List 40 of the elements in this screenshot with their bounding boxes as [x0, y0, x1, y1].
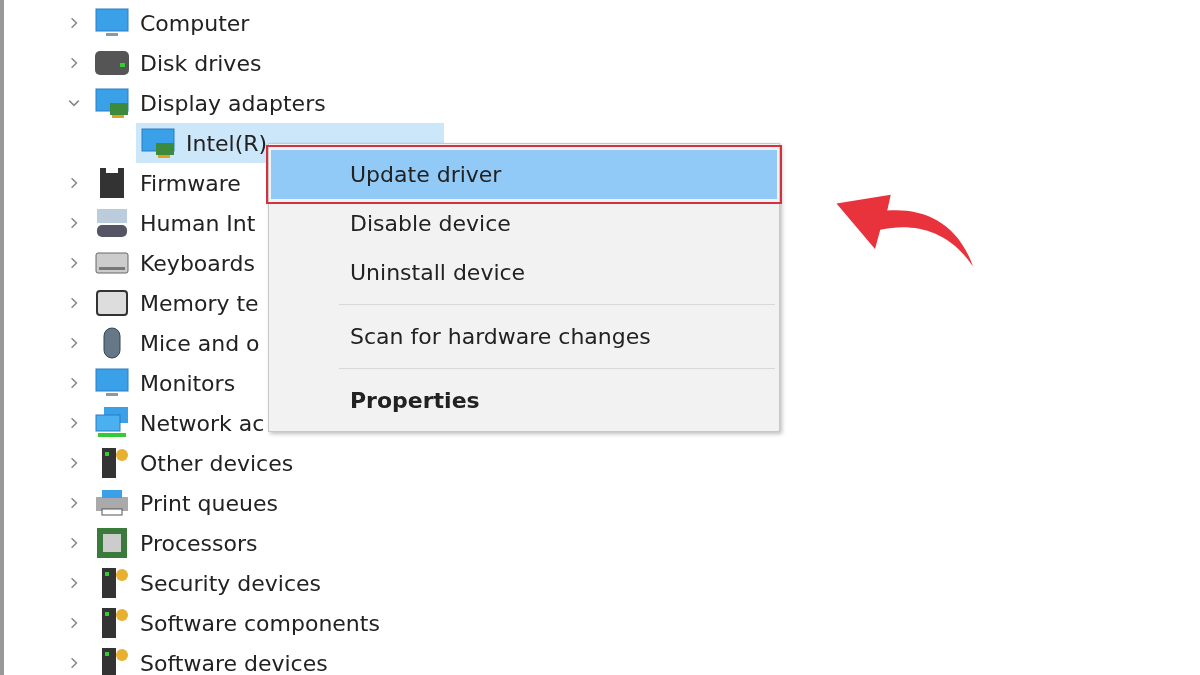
tree-label: Firmware	[140, 170, 241, 196]
tree-label: Print queues	[140, 490, 278, 516]
tree-item[interactable]: Computer	[64, 3, 250, 43]
tree-item[interactable]: Firmware	[64, 163, 241, 203]
display-card-icon	[140, 125, 176, 161]
tree-item[interactable]: Disk drives	[64, 43, 262, 83]
tree-item[interactable]: Processors	[64, 523, 258, 563]
menu-item[interactable]: Properties	[271, 376, 777, 425]
tree-item[interactable]: Memory te	[64, 283, 259, 323]
display-card-icon	[94, 85, 130, 121]
tree-item[interactable]: Software devices	[64, 643, 328, 675]
tree-item[interactable]: Print queues	[64, 483, 278, 523]
menu-item[interactable]: Uninstall device	[271, 248, 777, 297]
tree-label: Keyboards	[140, 250, 255, 276]
tree-item[interactable]: Keyboards	[64, 243, 255, 283]
tree-item[interactable]: Network ac	[64, 403, 265, 443]
tree-label: Computer	[140, 10, 250, 36]
tree-label: Disk drives	[140, 50, 262, 76]
tree-item[interactable]: Software components	[64, 603, 380, 643]
tree-item[interactable]: Mice and o	[64, 323, 260, 363]
tree-item[interactable]: Human Int	[64, 203, 256, 243]
tree-label: Network ac	[140, 410, 265, 436]
tree-label: Software devices	[140, 650, 328, 675]
tree-label: Other devices	[140, 450, 294, 476]
menu-item[interactable]: Scan for hardware changes	[271, 312, 777, 361]
tree-label: Processors	[140, 530, 258, 556]
tree-label: Intel(R)	[186, 130, 269, 156]
tree-item[interactable]: Security devices	[64, 563, 322, 603]
tree-label: Human Int	[140, 210, 256, 236]
tree-label: Security devices	[140, 570, 322, 596]
tree-item[interactable]: Monitors	[64, 363, 236, 403]
tree-label: Mice and o	[140, 330, 260, 356]
menu-item[interactable]: Disable device	[271, 199, 777, 248]
tree-label: Software components	[140, 610, 380, 636]
tree-item[interactable]: Other devices	[64, 443, 294, 483]
tree-label: Memory te	[140, 290, 259, 316]
tree-label: Display adapters	[140, 90, 326, 116]
processor-icon	[94, 525, 130, 561]
tree-item[interactable]: Display adapters	[64, 83, 326, 123]
tree-label: Monitors	[140, 370, 236, 396]
